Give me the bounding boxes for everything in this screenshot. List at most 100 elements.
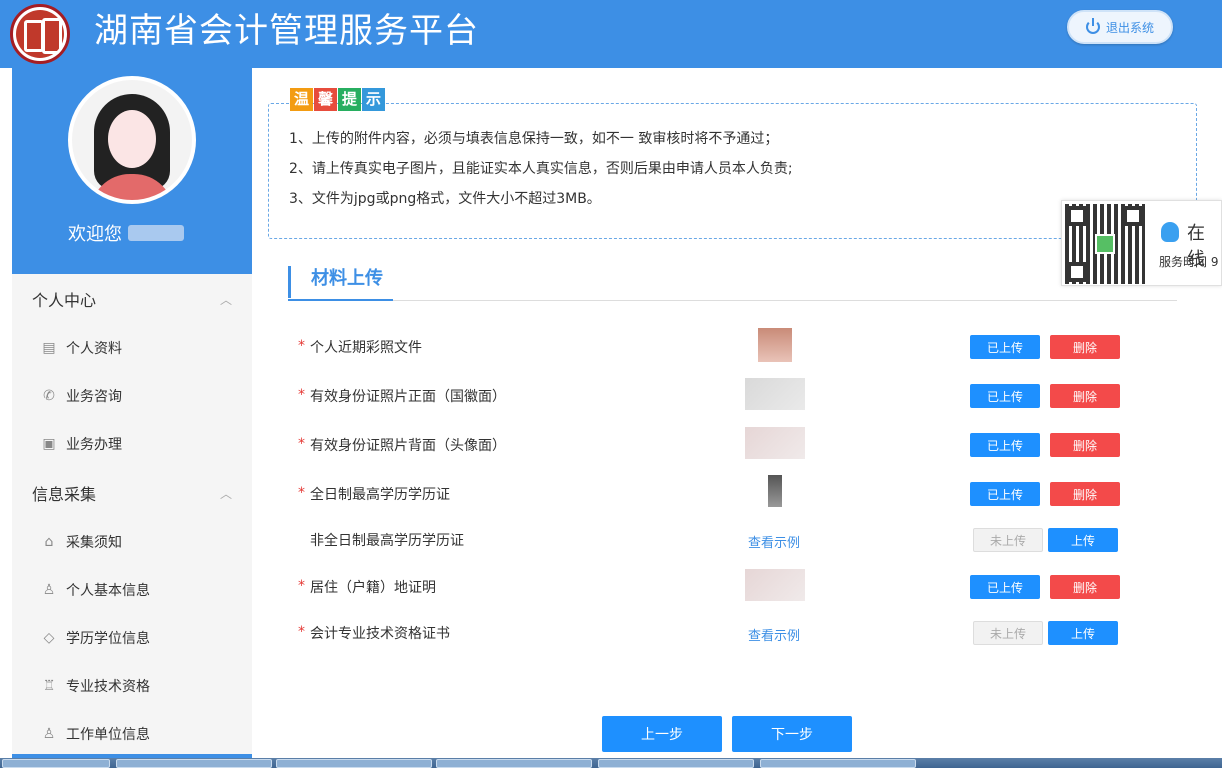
id-front-thumbnail[interactable] <box>745 378 805 410</box>
material-label: 个人近期彩照文件 <box>310 340 422 356</box>
material-row: * 居住（户籍）地证明 已上传 删除 <box>298 569 1128 602</box>
id-back-thumbnail[interactable] <box>745 427 805 459</box>
sidebar: 欢迎您 个人中心 ︿ ▤ 个人资料 ✆ 业务咨询 ▣ 业务办理 信息采集 ︿ ⌂… <box>12 68 252 768</box>
qq-icon[interactable] <box>1161 222 1179 242</box>
notice-badge-char: 馨 <box>314 88 337 111</box>
uploaded-button[interactable]: 已上传 <box>970 575 1040 599</box>
chevron-up-icon: ︿ <box>219 486 232 501</box>
logout-label: 退出系统 <box>1105 20 1154 35</box>
sidebar-item-personal-profile[interactable]: ▤ 个人资料 <box>12 324 252 372</box>
material-label: 非全日制最高学历学历证 <box>310 533 464 549</box>
material-label: 居住（户籍）地证明 <box>310 580 436 596</box>
qr-code <box>1065 204 1145 284</box>
profile-panel: 欢迎您 <box>12 68 252 274</box>
sidebar-item-label: 业务咨询 <box>66 389 122 405</box>
material-row: * 会计专业技术资格证书 查看示例 未上传 上传 <box>298 618 1128 648</box>
inbox-icon: ⌂ <box>44 534 54 550</box>
sidebar-item-label: 个人资料 <box>66 341 122 357</box>
notice-lines: 1、上传的附件内容，必须与填表信息保持一致，如不一 致审核时将不予通过； 2、请… <box>289 124 793 214</box>
photo-thumbnail[interactable] <box>758 328 792 362</box>
power-icon <box>1085 18 1100 34</box>
sidebar-item-label: 采集须知 <box>66 535 122 551</box>
os-taskbar <box>0 758 1222 768</box>
uploaded-button[interactable]: 已上传 <box>970 482 1040 506</box>
required-star: * <box>298 624 305 640</box>
phone-icon: ✆ <box>43 388 55 404</box>
section-divider <box>288 300 1177 301</box>
taskbar-item[interactable] <box>598 759 754 768</box>
material-row: * 有效身份证照片背面（头像面） 已上传 删除 <box>298 427 1128 460</box>
upload-button[interactable]: 上传 <box>1048 528 1118 552</box>
uploaded-button[interactable]: 已上传 <box>970 335 1040 359</box>
material-label: 有效身份证照片背面（头像面） <box>310 438 506 454</box>
notice-badge-char: 示 <box>362 88 385 111</box>
taskbar-item[interactable] <box>760 759 916 768</box>
sidebar-item-label: 学历学位信息 <box>66 631 150 647</box>
residence-thumbnail[interactable] <box>745 569 805 601</box>
upload-button[interactable]: 上传 <box>1048 621 1118 645</box>
sidebar-item-education[interactable]: ◇ 学历学位信息 <box>12 614 252 662</box>
prev-step-button[interactable]: 上一步 <box>602 716 722 752</box>
notice-badge-char: 提 <box>338 88 361 111</box>
welcome-text: 欢迎您 <box>68 220 184 246</box>
section-divider-accent <box>288 299 393 301</box>
required-star: * <box>298 338 305 354</box>
sidebar-item-label: 个人基本信息 <box>66 583 150 599</box>
menu-group-personal-center[interactable]: 个人中心 ︿ <box>12 274 252 324</box>
required-star: * <box>298 578 305 594</box>
sidebar-item-qualification[interactable]: ♖ 专业技术资格 <box>12 662 252 710</box>
chevron-up-icon: ︿ <box>219 292 232 307</box>
material-label: 会计专业技术资格证书 <box>310 626 450 642</box>
header-bar: 湖南省会计管理服务平台 退出系统 <box>0 0 1222 68</box>
sidebar-item-label: 专业技术资格 <box>66 679 150 695</box>
sidebar-item-basic-info[interactable]: ♙ 个人基本信息 <box>12 566 252 614</box>
logout-button[interactable]: 退出系统 <box>1067 10 1173 44</box>
not-uploaded-button[interactable]: 未上传 <box>973 621 1043 645</box>
uploaded-button[interactable]: 已上传 <box>970 433 1040 457</box>
blurred-username <box>128 225 184 241</box>
site-title: 湖南省会计管理服务平台 <box>94 11 479 51</box>
next-step-button[interactable]: 下一步 <box>732 716 852 752</box>
profile-card-icon: ▤ <box>42 340 56 356</box>
sidebar-item-business[interactable]: ▣ 业务办理 <box>12 420 252 468</box>
delete-button[interactable]: 删除 <box>1050 335 1120 359</box>
required-star: * <box>298 387 305 403</box>
taskbar-item[interactable] <box>116 759 272 768</box>
business-icon: ▣ <box>42 436 56 452</box>
view-example-link[interactable]: 查看示例 <box>748 532 800 551</box>
sidebar-item-collection-notice[interactable]: ⌂ 采集须知 <box>12 518 252 566</box>
material-row: * 有效身份证照片正面（国徽面） 已上传 删除 <box>298 378 1128 411</box>
notice-line: 1、上传的附件内容，必须与填表信息保持一致，如不一 致审核时将不予通过； <box>289 131 779 147</box>
material-row: * 个人近期彩照文件 已上传 删除 <box>298 328 1128 362</box>
service-time: 服务时间 9 <box>1159 255 1219 269</box>
notice-badge: 温 馨 提 示 <box>290 88 385 111</box>
view-example-link[interactable]: 查看示例 <box>748 625 800 644</box>
delete-button[interactable]: 删除 <box>1050 384 1120 408</box>
uploaded-button[interactable]: 已上传 <box>970 384 1040 408</box>
notice-line: 3、文件为jpg或png格式，文件大小不超过3MB。 <box>289 191 601 207</box>
taskbar-item[interactable] <box>276 759 432 768</box>
menu-group-info-collection[interactable]: 信息采集 ︿ <box>12 468 252 518</box>
taskbar-item[interactable] <box>436 759 592 768</box>
not-uploaded-button[interactable]: 未上传 <box>973 528 1043 552</box>
material-label: 全日制最高学历学历证 <box>310 487 450 503</box>
delete-button[interactable]: 删除 <box>1050 482 1120 506</box>
menu-group-label: 信息采集 <box>32 485 97 504</box>
taskbar-item[interactable] <box>2 759 110 768</box>
finance-logo <box>10 4 70 64</box>
sidebar-item-employer[interactable]: ♙ 工作单位信息 <box>12 710 252 758</box>
sidebar-item-consultation[interactable]: ✆ 业务咨询 <box>12 372 252 420</box>
section-title: 材料上传 <box>288 266 383 298</box>
diploma-thumbnail[interactable] <box>768 475 782 507</box>
sidebar-item-label: 业务办理 <box>66 437 122 453</box>
avatar <box>68 76 196 204</box>
notice-badge-char: 温 <box>290 88 313 111</box>
notice-line: 2、请上传真实电子图片，且能证实本人真实信息，否则后果由申请人员本人负责; <box>289 161 793 177</box>
delete-button[interactable]: 删除 <box>1050 433 1120 457</box>
sidebar-item-label: 工作单位信息 <box>66 727 150 743</box>
material-label: 有效身份证照片正面（国徽面） <box>310 389 506 405</box>
delete-button[interactable]: 删除 <box>1050 575 1120 599</box>
user-work-icon: ♙ <box>42 726 56 742</box>
menu-group-label: 个人中心 <box>32 291 97 310</box>
material-row: 非全日制最高学历学历证 查看示例 未上传 上传 <box>298 525 1128 555</box>
